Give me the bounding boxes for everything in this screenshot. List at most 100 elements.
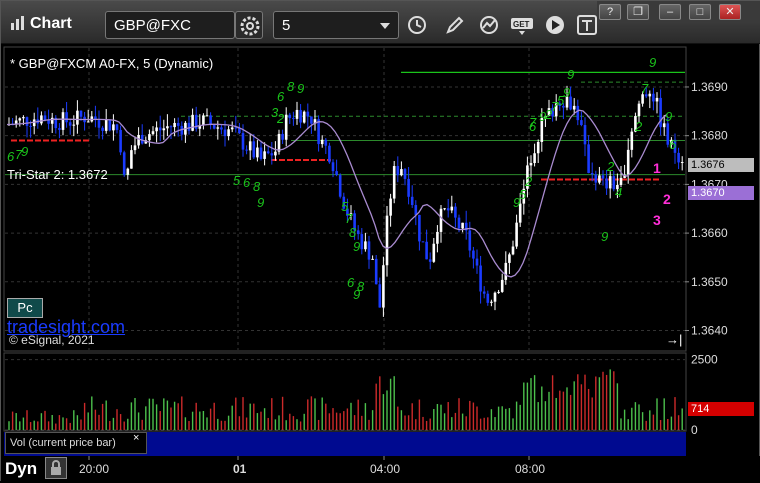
- candle-body: [137, 134, 140, 146]
- close-button[interactable]: ✕: [719, 4, 741, 20]
- draw-button[interactable]: [441, 11, 469, 39]
- candle-body: [310, 116, 313, 124]
- candle-body: [432, 243, 436, 262]
- minimize-button[interactable]: –: [659, 4, 681, 20]
- candle-body: [356, 230, 360, 235]
- help-button[interactable]: ?: [599, 4, 621, 20]
- play-button[interactable]: [541, 11, 569, 39]
- interval-select[interactable]: 5: [273, 11, 399, 39]
- candle-body: [151, 131, 155, 135]
- candle-body: [587, 144, 590, 173]
- candle-body: [68, 122, 72, 126]
- text-tool-icon: [577, 15, 597, 35]
- signal-number: 9: [649, 55, 656, 70]
- candle-body: [626, 149, 630, 175]
- signal-number: 8: [357, 279, 365, 294]
- annotation-number: 2: [663, 191, 671, 207]
- signal-number: 8: [287, 79, 295, 94]
- price-chart[interactable]: 6 795 6 8968 923578969895267 9275999242799612…: [1, 43, 760, 482]
- maximize-button[interactable]: □: [689, 4, 711, 20]
- candle-body: [317, 119, 320, 145]
- candle-body: [176, 122, 180, 126]
- candle-body: [479, 265, 482, 292]
- candle-body: [328, 145, 331, 163]
- candle-body: [418, 214, 421, 242]
- interval-value: 5: [282, 17, 291, 34]
- candle-body: [389, 198, 392, 216]
- price-tick-label: 1.3660: [691, 226, 728, 240]
- candle-body: [374, 258, 378, 285]
- candle-body: [252, 141, 256, 158]
- candle-body: [76, 110, 79, 125]
- restore-button[interactable]: ❐: [627, 4, 649, 20]
- signal-number: 9: [353, 239, 360, 254]
- close-icon[interactable]: ×: [133, 432, 139, 444]
- candle-body: [281, 133, 284, 140]
- candle-body: [619, 177, 623, 185]
- candle-body: [274, 151, 277, 156]
- indicators-button[interactable]: [475, 11, 503, 39]
- signal-number: 3: [271, 105, 279, 120]
- candle-body: [18, 118, 22, 121]
- candle-body: [371, 258, 374, 260]
- candle-body: [680, 162, 684, 164]
- candle-body: [104, 119, 108, 131]
- price-tick-label: 1.3690: [691, 80, 728, 94]
- candle-body: [320, 139, 324, 145]
- settings-gear-button[interactable]: [235, 11, 263, 39]
- candle-body: [205, 115, 209, 117]
- candle-body: [133, 145, 137, 151]
- candle-body: [86, 121, 90, 123]
- signal-number: 9: [297, 81, 304, 96]
- pc-badge[interactable]: Pc: [7, 298, 43, 318]
- signal-number: 9: [257, 195, 264, 210]
- candle-body: [648, 93, 652, 97]
- symbol-value: GBP@FXC: [114, 17, 191, 34]
- candle-body: [166, 126, 169, 129]
- candle-body: [475, 258, 479, 266]
- candle-body: [360, 234, 364, 250]
- signal-number: 7: [345, 211, 353, 226]
- candle-body: [605, 178, 608, 189]
- candle-body: [500, 279, 504, 292]
- candle-body: [212, 124, 216, 129]
- candle-body: [482, 291, 486, 294]
- signal-number: 2: [606, 159, 615, 174]
- candle-body: [112, 124, 115, 131]
- candle-body: [245, 149, 248, 151]
- lock-button[interactable]: [45, 457, 67, 479]
- candle-body: [126, 168, 130, 175]
- scroll-to-end-icon[interactable]: →|: [666, 332, 682, 347]
- candle-body: [335, 171, 338, 176]
- candle-body: [583, 125, 587, 145]
- candle-body: [162, 128, 166, 131]
- candle-body: [119, 129, 122, 153]
- candle-body: [425, 241, 428, 260]
- get-icon: GET: [511, 18, 533, 35]
- price-tick-label: 1.3680: [691, 129, 728, 143]
- candle-body: [378, 284, 382, 308]
- candle-body: [367, 241, 371, 260]
- candle-body: [594, 174, 598, 183]
- candle-body: [209, 115, 212, 125]
- candle-body: [216, 127, 220, 129]
- play-icon: [546, 16, 564, 34]
- candle-body: [533, 153, 536, 164]
- candle-body: [173, 122, 176, 128]
- candle-body: [158, 127, 162, 131]
- time-button[interactable]: [403, 11, 431, 39]
- candle-body: [292, 118, 295, 120]
- time-tick-label: 04:00: [370, 462, 400, 476]
- clock-icon: [408, 16, 426, 34]
- candle-body: [439, 208, 443, 232]
- signal-number: 2: [524, 174, 533, 189]
- get-button[interactable]: GET: [507, 11, 535, 39]
- symbol-select[interactable]: GBP@FXC: [105, 11, 235, 39]
- copyright-label: © eSignal, 2021: [9, 333, 95, 347]
- volume-study-label: Vol (current price bar): [5, 432, 147, 454]
- candle-body: [256, 147, 259, 158]
- candle-body: [576, 105, 580, 121]
- candle-body: [22, 117, 25, 119]
- candle-body: [450, 206, 454, 211]
- signal-number: 9: [601, 229, 608, 244]
